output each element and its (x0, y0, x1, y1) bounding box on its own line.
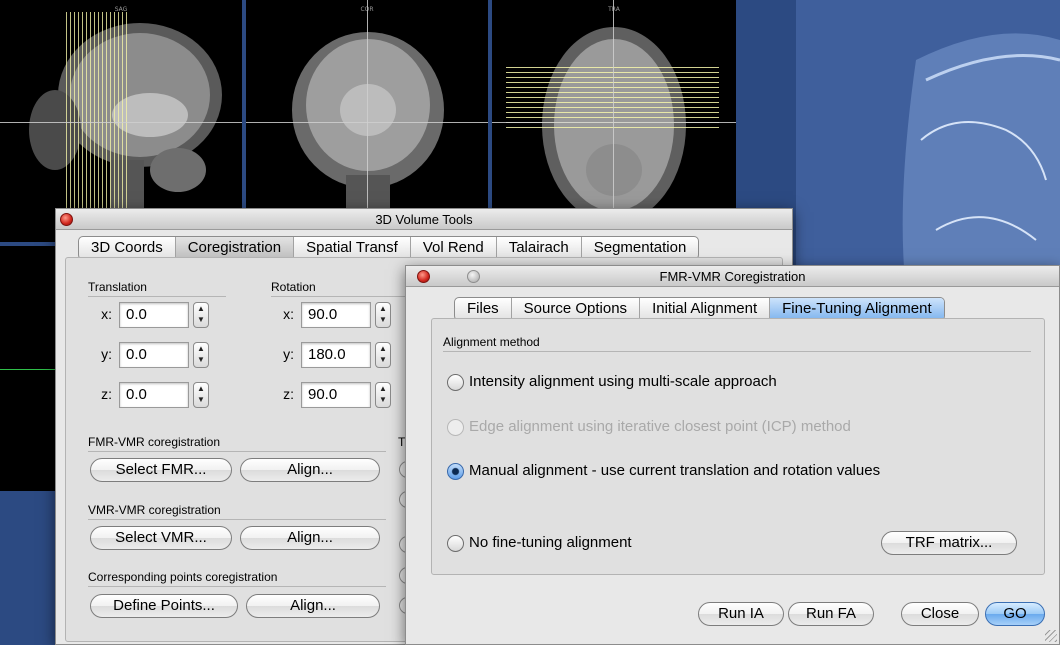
transverse-brain-image (542, 27, 686, 223)
fmr-align-button[interactable]: Align... (240, 458, 380, 482)
rotation-x-stepper[interactable]: ▲ ▼ (375, 302, 391, 328)
trf-matrix-button[interactable]: TRF matrix... (881, 531, 1017, 555)
transverse-viewer[interactable]: TRA (492, 0, 736, 242)
tab-vol-rend[interactable]: Vol Rend (411, 237, 497, 259)
no-fine-tuning-label: No fine-tuning alignment (469, 534, 632, 551)
translation-z-label: z: (101, 386, 112, 402)
tab-spatial-transf[interactable]: Spatial Transf (294, 237, 411, 259)
minimize-icon[interactable] (467, 270, 480, 283)
tab-talairach[interactable]: Talairach (497, 237, 582, 259)
volume-tools-titlebar: 3D Volume Tools (56, 209, 792, 230)
select-fmr-button[interactable]: Select FMR... (90, 458, 232, 482)
rotation-z-label: z: (283, 386, 294, 402)
points-label: Corresponding points coregistration (88, 570, 278, 584)
intensity-radio[interactable] (447, 374, 464, 391)
go-button[interactable]: GO (985, 602, 1045, 626)
rotation-y-field[interactable]: 180.0 (301, 342, 371, 368)
define-points-button[interactable]: Define Points... (90, 594, 238, 618)
rotation-y-label: y: (283, 346, 294, 362)
tab-files[interactable]: Files (455, 298, 512, 320)
manual-option-label: Manual alignment - use current translati… (469, 462, 881, 479)
fmr-vmr-dialog: FMR-VMR Coregistration Files Source Opti… (405, 265, 1060, 645)
translation-x-stepper[interactable]: ▲ ▼ (193, 302, 209, 328)
translation-y-field[interactable]: 0.0 (119, 342, 189, 368)
run-fa-button[interactable]: Run FA (788, 602, 874, 626)
vmr-vmr-label: VMR-VMR coregistration (88, 503, 221, 517)
dialog-titlebar: FMR-VMR Coregistration (406, 266, 1059, 287)
close-icon[interactable] (60, 213, 73, 226)
tab-3d-coords[interactable]: 3D Coords (79, 237, 176, 259)
points-align-button[interactable]: Align... (246, 594, 380, 618)
run-ia-button[interactable]: Run IA (698, 602, 784, 626)
rotation-z-stepper[interactable]: ▲ ▼ (375, 382, 391, 408)
translation-y-stepper[interactable]: ▲ ▼ (193, 342, 209, 368)
resize-grip-icon[interactable] (1045, 630, 1057, 642)
tab-initial-alignment[interactable]: Initial Alignment (640, 298, 771, 320)
tab-fine-tuning-alignment[interactable]: Fine-Tuning Alignment (770, 298, 944, 320)
translation-x-field[interactable]: 0.0 (119, 302, 189, 328)
lower-left-viewer[interactable] (0, 246, 60, 491)
rotation-y-stepper[interactable]: ▲ ▼ (375, 342, 391, 368)
tab-segmentation[interactable]: Segmentation (582, 237, 699, 259)
rotation-z-field[interactable]: 90.0 (301, 382, 371, 408)
vmr-align-button[interactable]: Align... (240, 526, 380, 550)
intensity-option-label: Intensity alignment using multi-scale ap… (469, 373, 777, 390)
close-button[interactable]: Close (901, 602, 979, 626)
alignment-method-label: Alignment method (443, 335, 540, 349)
tab-source-options[interactable]: Source Options (512, 298, 641, 320)
window-title: 3D Volume Tools (375, 212, 473, 227)
rotation-x-field[interactable]: 90.0 (301, 302, 371, 328)
fmr-vmr-label: FMR-VMR coregistration (88, 435, 221, 449)
translation-x-label: x: (101, 306, 112, 322)
close-icon[interactable] (417, 270, 430, 283)
edge-radio (447, 419, 464, 436)
sagittal-brain-image (29, 23, 222, 230)
translation-z-stepper[interactable]: ▲ ▼ (193, 382, 209, 408)
coronal-viewer[interactable]: COR (246, 0, 488, 242)
translation-z-field[interactable]: 0.0 (119, 382, 189, 408)
rotation-label: Rotation (271, 280, 316, 294)
sagittal-viewer[interactable]: SAG (0, 0, 242, 242)
rotation-x-label: x: (283, 306, 294, 322)
edge-option-label: Edge alignment using iterative closest p… (469, 418, 851, 435)
select-vmr-button[interactable]: Select VMR... (90, 526, 232, 550)
fine-tuning-panel: Alignment method Intensity alignment usi… (431, 318, 1045, 575)
no-fine-tuning-radio[interactable] (447, 535, 464, 552)
translation-y-label: y: (101, 346, 112, 362)
translation-label: Translation (88, 280, 147, 294)
manual-radio[interactable] (447, 463, 464, 480)
dialog-title: FMR-VMR Coregistration (659, 269, 806, 284)
tab-coregistration[interactable]: Coregistration (175, 237, 295, 259)
